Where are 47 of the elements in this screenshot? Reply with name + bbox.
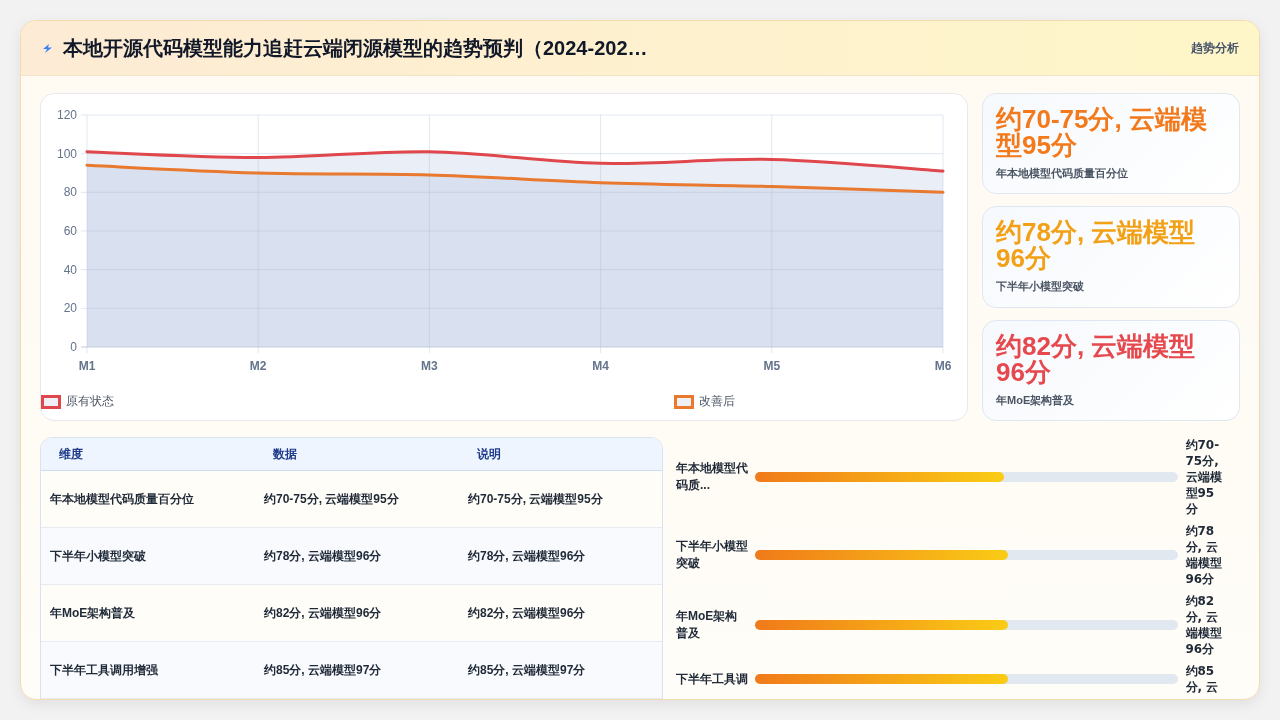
bar-value: 约85分, 云	[1185, 663, 1220, 695]
column-header: 维度	[58, 445, 83, 463]
kpi-value: 约70-75分, 云端模型95分	[996, 106, 1208, 158]
column-header: 说明	[476, 445, 501, 463]
table-cell: 约85分, 云端模型97分	[264, 661, 382, 679]
bar-value: 约70-75分, 云端模型95分	[1185, 437, 1222, 517]
x-axis-label: M5	[763, 359, 781, 373]
x-axis-label: M2	[249, 359, 267, 373]
table-cell: 年本地模型代码质量百分位	[50, 490, 194, 508]
y-axis-label: 60	[63, 224, 77, 238]
bar-label: 年本地模型代码质...	[676, 460, 749, 494]
y-axis-label: 40	[63, 262, 77, 277]
kpi-label: 下半年小模型突破	[996, 279, 1085, 295]
table-cell: 约82分, 云端模型96分	[468, 604, 586, 622]
x-axis-label: M4	[592, 359, 609, 373]
table-cell: 下半年工具调用增强	[50, 661, 158, 679]
section-label: 趋势分析	[1191, 39, 1239, 57]
column-header: 数据	[272, 445, 297, 463]
bar-label: 下半年小模型突破	[676, 538, 749, 572]
y-axis-label: 80	[63, 185, 77, 200]
table-cell: 约78分, 云端模型96分	[264, 547, 382, 565]
kpi-label: 年本地模型代码质量百分位	[996, 166, 1129, 181]
table-cell: 下半年小模型突破	[50, 547, 146, 565]
y-axis-label: 100	[56, 146, 77, 161]
table-cell: 约78分, 云端模型96分	[468, 547, 586, 565]
x-axis-label: M3	[421, 359, 438, 373]
bar-label: 年MoE架构普及	[676, 608, 739, 642]
lightning-icon	[42, 43, 53, 53]
table-cell: 约85分, 云端模型97分	[468, 661, 586, 679]
x-axis-label: M6	[934, 359, 952, 373]
x-axis-label: M1	[78, 359, 96, 373]
y-axis-label: 0	[70, 340, 77, 354]
kpi-label: 年MoE架构普及	[996, 392, 1076, 408]
table-cell: 约82分, 云端模型96分	[264, 604, 382, 622]
bar-value: 约82分, 云端模型96分	[1185, 593, 1222, 657]
table-cell: 约70-75分, 云端模型95分	[468, 490, 603, 508]
kpi-value: 约82分, 云端模型96分	[996, 332, 1197, 385]
table-cell: 年MoE架构普及	[50, 604, 136, 622]
legend-label: 原有状态	[66, 393, 114, 410]
y-axis-label: 20	[63, 301, 77, 316]
bar-label: 下半年工具调	[676, 670, 749, 688]
table-cell: 约70-75分, 云端模型95分	[264, 490, 399, 508]
page-title: 本地开源代码模型能力追赶云端闭源模型的趋势预判（2024-202…	[63, 35, 648, 61]
y-axis-label: 120	[56, 108, 77, 122]
bar-value: 约78分, 云端模型96分	[1185, 523, 1222, 587]
legend-label: 改善后	[699, 393, 735, 410]
kpi-value: 约78分, 云端模型96分	[996, 219, 1197, 272]
